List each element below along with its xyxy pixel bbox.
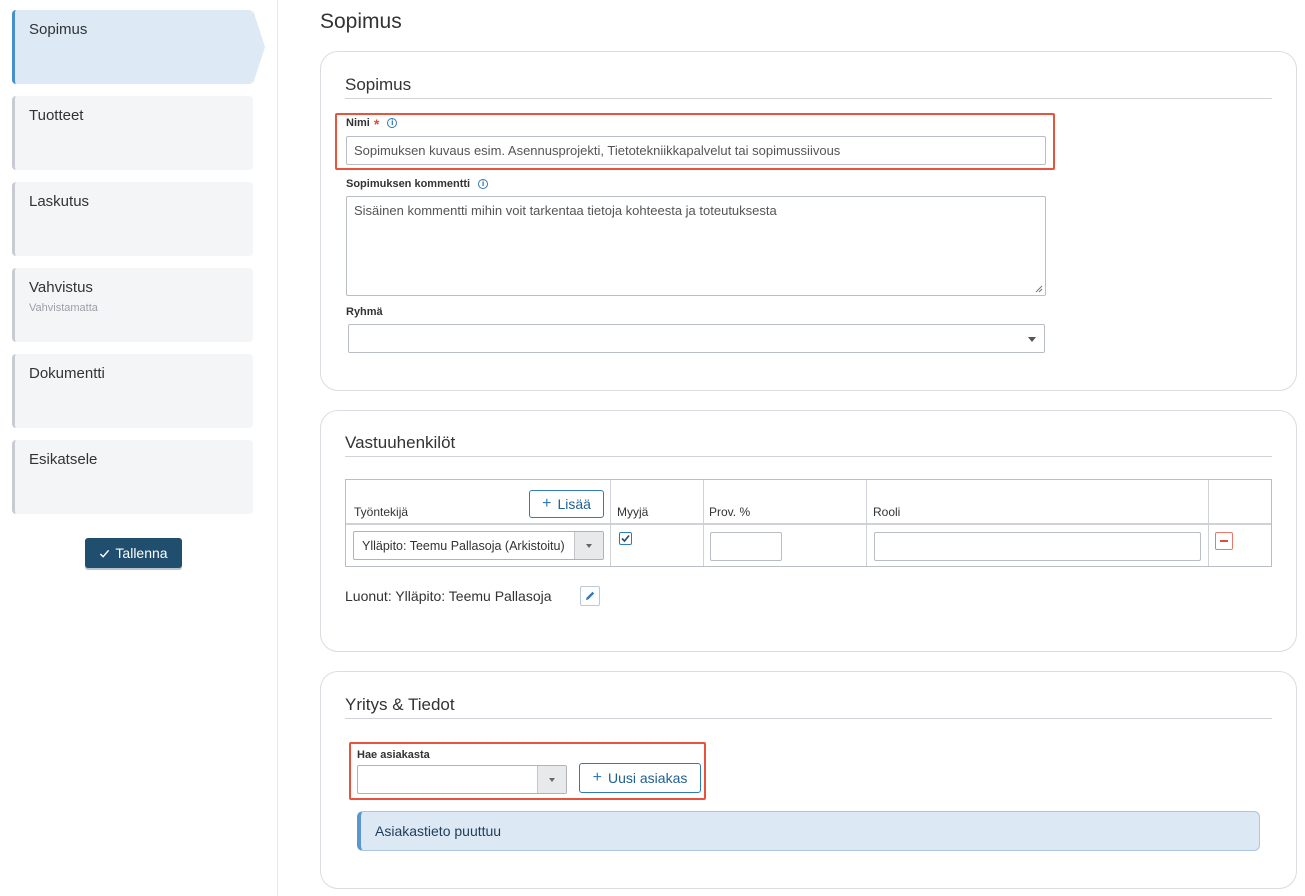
add-employee-label: Lisää	[557, 496, 591, 512]
customer-search-select[interactable]	[357, 765, 567, 794]
card-title: Yritys & Tiedot	[345, 695, 455, 714]
minus-icon	[1220, 540, 1228, 542]
caret-down-icon	[1028, 337, 1036, 342]
name-label: Nimi * i	[346, 116, 398, 132]
sidebar-item-label: Tuotteet	[29, 107, 84, 124]
card-title: Vastuuhenkilöt	[345, 433, 456, 452]
plus-icon: +	[542, 495, 552, 512]
plus-icon: +	[592, 769, 602, 786]
remove-row-button[interactable]	[1215, 532, 1233, 550]
comment-label-text: Sopimuksen kommentti	[346, 178, 471, 190]
seller-checkbox[interactable]	[619, 532, 632, 545]
save-button[interactable]: Tallenna	[85, 538, 182, 568]
card-divider	[345, 718, 1272, 719]
column-header-commission: Prov. %	[709, 505, 751, 519]
company-card: Yritys & Tiedot Hae asiakasta + Uusi asi…	[320, 671, 1297, 889]
column-header-seller: Myyjä	[617, 505, 649, 519]
customer-search-label-text: Hae asiakasta	[357, 749, 430, 761]
group-select[interactable]	[348, 324, 1045, 353]
caret-down-icon	[574, 532, 603, 559]
group-label-text: Ryhmä	[346, 306, 383, 318]
card-divider	[345, 456, 1272, 457]
card-divider	[345, 98, 1272, 99]
info-icon[interactable]: i	[478, 179, 489, 189]
column-header-employee: Työntekijä	[354, 505, 409, 519]
comment-placeholder: Sisäinen kommentti mihin voit tarkentaa …	[354, 203, 777, 218]
employee-select-value: Ylläpito: Teemu Pallasoja (Arkistoitu)	[362, 538, 565, 553]
name-input[interactable]: Sopimuksen kuvaus esim. Asennusprojekti,…	[346, 136, 1046, 165]
sidebar-item-label: Laskutus	[29, 193, 90, 210]
sidebar-item-laskutus[interactable]: Laskutus	[12, 182, 253, 256]
pencil-icon	[586, 591, 595, 600]
page-title: Sopimus	[320, 10, 402, 33]
edit-creator-button[interactable]	[580, 586, 600, 606]
save-button-label: Tallenna	[115, 545, 168, 561]
sidebar-item-vahvistus[interactable]: Vahvistus Vahvistamatta	[12, 268, 253, 342]
check-icon	[621, 534, 630, 543]
group-label: Ryhmä	[346, 306, 383, 318]
comment-textarea[interactable]: Sisäinen kommentti mihin voit tarkentaa …	[346, 196, 1046, 296]
required-mark: *	[373, 116, 380, 132]
new-customer-label: Uusi asiakas	[607, 770, 688, 786]
customer-search-label: Hae asiakasta	[357, 749, 430, 761]
sidebar: Sopimus Tuotteet Laskutus Vahvistus Vahv…	[0, 0, 278, 896]
check-icon	[100, 549, 110, 558]
sidebar-item-sopimus[interactable]: Sopimus	[12, 10, 265, 84]
missing-customer-alert: Asiakastieto puuttuu	[357, 811, 1260, 851]
contract-card: Sopimus Nimi * i Sopimuksen kuvaus esim.…	[320, 51, 1297, 391]
sidebar-item-esikatsele[interactable]: Esikatsele	[12, 440, 253, 514]
sidebar-item-tuotteet[interactable]: Tuotteet	[12, 96, 253, 170]
role-input[interactable]	[874, 532, 1201, 561]
responsible-table: Työntekijä + Lisää Myyjä Prov. % Rooli Y…	[345, 479, 1272, 567]
card-title: Sopimus	[345, 75, 412, 94]
commission-input[interactable]	[710, 532, 782, 561]
caret-down-icon	[537, 766, 566, 793]
sidebar-item-status: Vahvistamatta	[29, 302, 98, 314]
new-customer-button[interactable]: + Uusi asiakas	[579, 763, 701, 793]
info-icon[interactable]: i	[387, 118, 398, 128]
add-employee-button[interactable]: + Lisää	[529, 490, 604, 518]
column-header-role: Rooli	[873, 505, 901, 519]
employee-select[interactable]: Ylläpito: Teemu Pallasoja (Arkistoitu)	[353, 531, 604, 560]
sidebar-item-label: Dokumentti	[29, 365, 105, 382]
resize-grip-icon[interactable]	[1035, 285, 1043, 293]
sidebar-item-dokumentti[interactable]: Dokumentti	[12, 354, 253, 428]
sidebar-item-label: Sopimus	[29, 21, 88, 38]
responsible-card: Vastuuhenkilöt Työntekijä + Lisää Myyjä …	[320, 410, 1297, 652]
created-by-text: Luonut: Ylläpito: Teemu Pallasoja	[345, 588, 552, 604]
sidebar-item-label: Esikatsele	[29, 451, 98, 468]
name-label-text: Nimi	[346, 117, 370, 129]
comment-label: Sopimuksen kommentti i	[346, 178, 489, 190]
sidebar-item-label: Vahvistus	[29, 279, 93, 296]
